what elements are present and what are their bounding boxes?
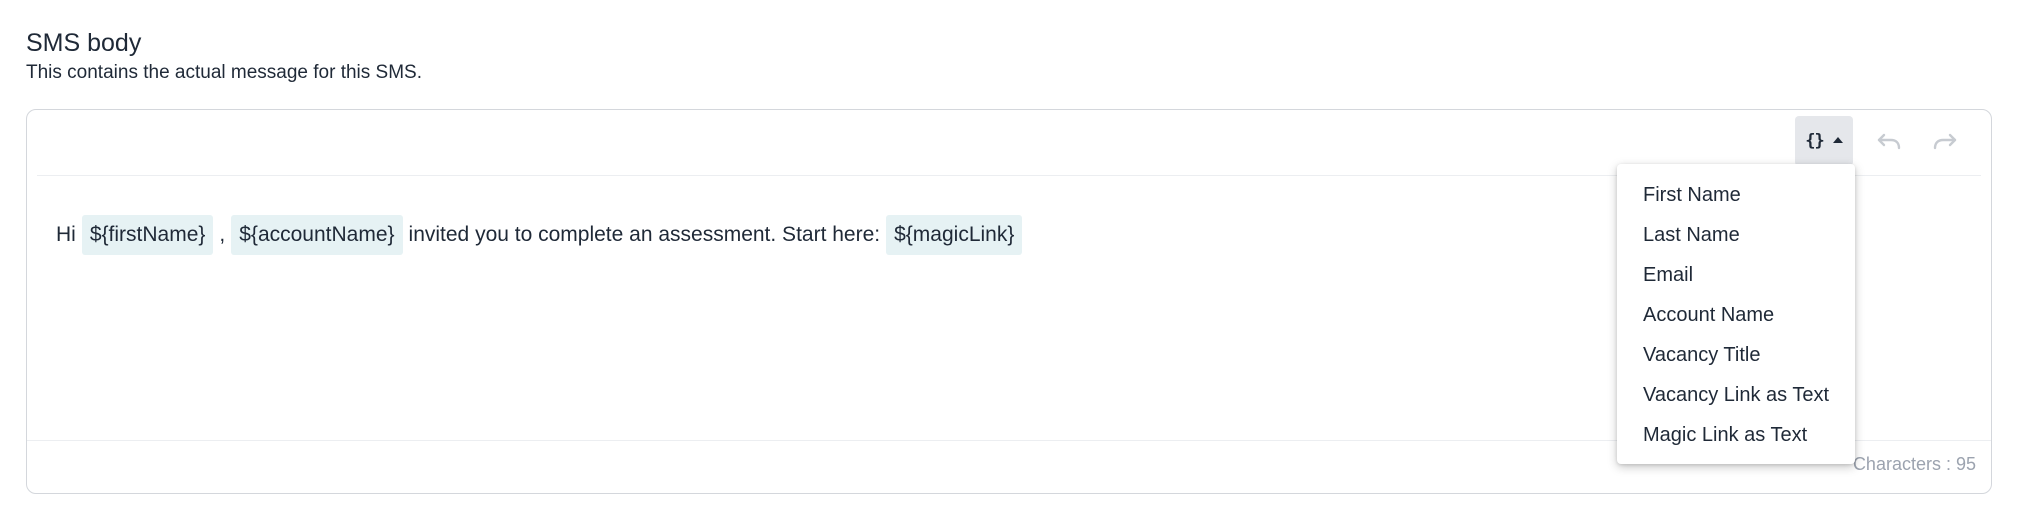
variable-chip-first-name[interactable]: ${firstName}: [81, 215, 214, 255]
variable-chip-account-name[interactable]: ${accountName}: [231, 215, 403, 255]
redo-icon: [1933, 133, 1957, 150]
braces-icon: {}: [1805, 131, 1825, 151]
menu-item-vacancy-link[interactable]: Vacancy Link as Text: [1617, 375, 1855, 415]
menu-item-last-name[interactable]: Last Name: [1617, 215, 1855, 255]
insert-variable-button[interactable]: {}: [1795, 116, 1853, 166]
menu-item-account-name[interactable]: Account Name: [1617, 295, 1855, 335]
menu-item-vacancy-title[interactable]: Vacancy Title: [1617, 335, 1855, 375]
section-description: This contains the actual message for thi…: [26, 62, 423, 83]
redo-button[interactable]: [1923, 116, 1967, 166]
menu-item-email[interactable]: Email: [1617, 255, 1855, 295]
variables-dropdown-menu: First Name Last Name Email Account Name …: [1617, 164, 1855, 464]
message-text: Hi: [56, 223, 76, 246]
menu-item-magic-link[interactable]: Magic Link as Text: [1617, 415, 1855, 455]
character-count: Characters : 95: [1852, 454, 1976, 474]
message-text: ,: [219, 223, 226, 246]
section-title: SMS body: [26, 29, 142, 57]
menu-item-first-name[interactable]: First Name: [1617, 175, 1855, 215]
variable-chip-magic-link[interactable]: ${magicLink}: [886, 215, 1023, 255]
undo-icon: [1877, 133, 1901, 150]
message-text: invited you to complete an assessment. S…: [408, 223, 881, 246]
undo-button[interactable]: [1867, 116, 1911, 166]
message-content[interactable]: Hi ${firstName} , ${accountName} invited…: [53, 215, 1025, 255]
caret-up-icon: [1832, 137, 1843, 143]
